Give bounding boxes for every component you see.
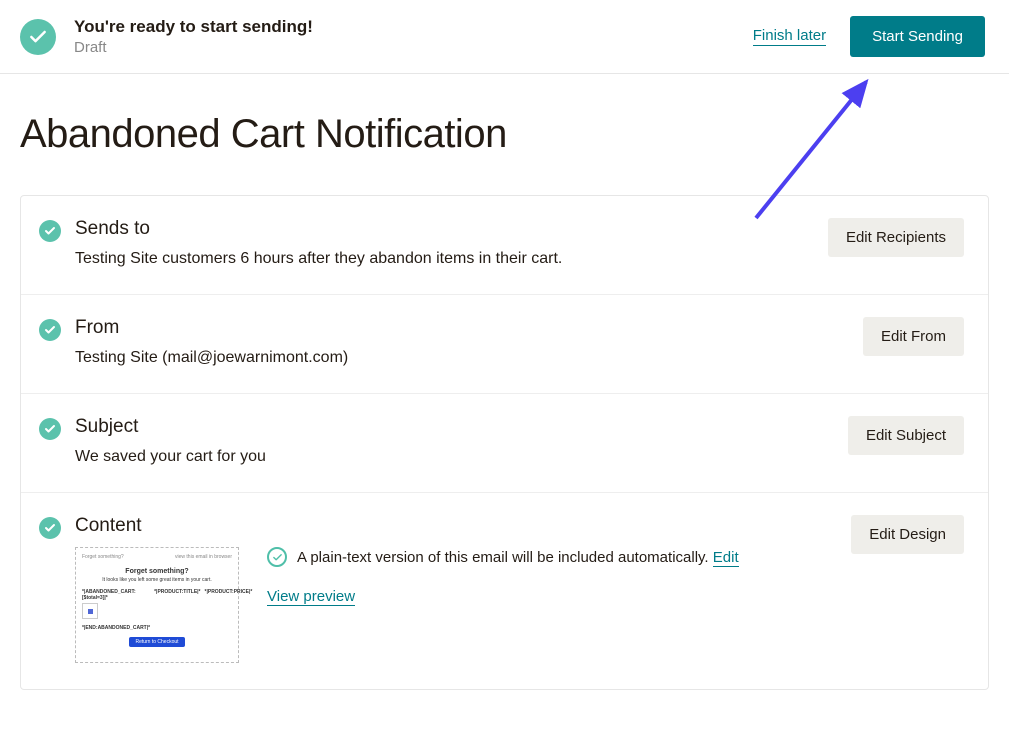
start-sending-button[interactable]: Start Sending bbox=[850, 16, 985, 57]
check-icon bbox=[39, 220, 61, 242]
summary-panel: Sends to Testing Site customers 6 hours … bbox=[20, 195, 989, 690]
header-bar: You're ready to start sending! Draft Fin… bbox=[0, 0, 1009, 74]
check-icon bbox=[39, 517, 61, 539]
section-desc: We saved your cart for you bbox=[75, 448, 848, 466]
page-title: Abandoned Cart Notification bbox=[0, 74, 1009, 195]
check-icon bbox=[39, 418, 61, 440]
edit-recipients-button[interactable]: Edit Recipients bbox=[828, 218, 964, 257]
email-preview-thumbnail[interactable]: Forget something?view this email in brow… bbox=[75, 547, 239, 663]
section-subject: Subject We saved your cart for you Edit … bbox=[21, 394, 988, 493]
ready-check-icon bbox=[20, 19, 56, 55]
section-title: From bbox=[75, 317, 863, 339]
section-from: From Testing Site (mail@joewarnimont.com… bbox=[21, 295, 988, 394]
section-title: Subject bbox=[75, 416, 848, 438]
finish-later-link[interactable]: Finish later bbox=[753, 27, 826, 46]
header-status: Draft bbox=[74, 39, 753, 56]
edit-plaintext-link[interactable]: Edit bbox=[713, 549, 739, 567]
section-content: Content Forget something?view this email… bbox=[21, 493, 988, 689]
header-title: You're ready to start sending! bbox=[74, 17, 753, 37]
edit-subject-button[interactable]: Edit Subject bbox=[848, 416, 964, 455]
section-sends-to: Sends to Testing Site customers 6 hours … bbox=[21, 196, 988, 295]
check-icon bbox=[39, 319, 61, 341]
section-title: Sends to bbox=[75, 218, 828, 240]
view-preview-link[interactable]: View preview bbox=[267, 588, 355, 606]
section-desc: Testing Site customers 6 hours after the… bbox=[75, 250, 828, 268]
edit-from-button[interactable]: Edit From bbox=[863, 317, 964, 356]
section-title: Content bbox=[75, 515, 851, 537]
header-text: You're ready to start sending! Draft bbox=[74, 17, 753, 56]
edit-design-button[interactable]: Edit Design bbox=[851, 515, 964, 554]
check-outline-icon bbox=[267, 547, 287, 567]
plain-text-notice: A plain-text version of this email will … bbox=[297, 547, 739, 570]
section-desc: Testing Site (mail@joewarnimont.com) bbox=[75, 349, 863, 367]
